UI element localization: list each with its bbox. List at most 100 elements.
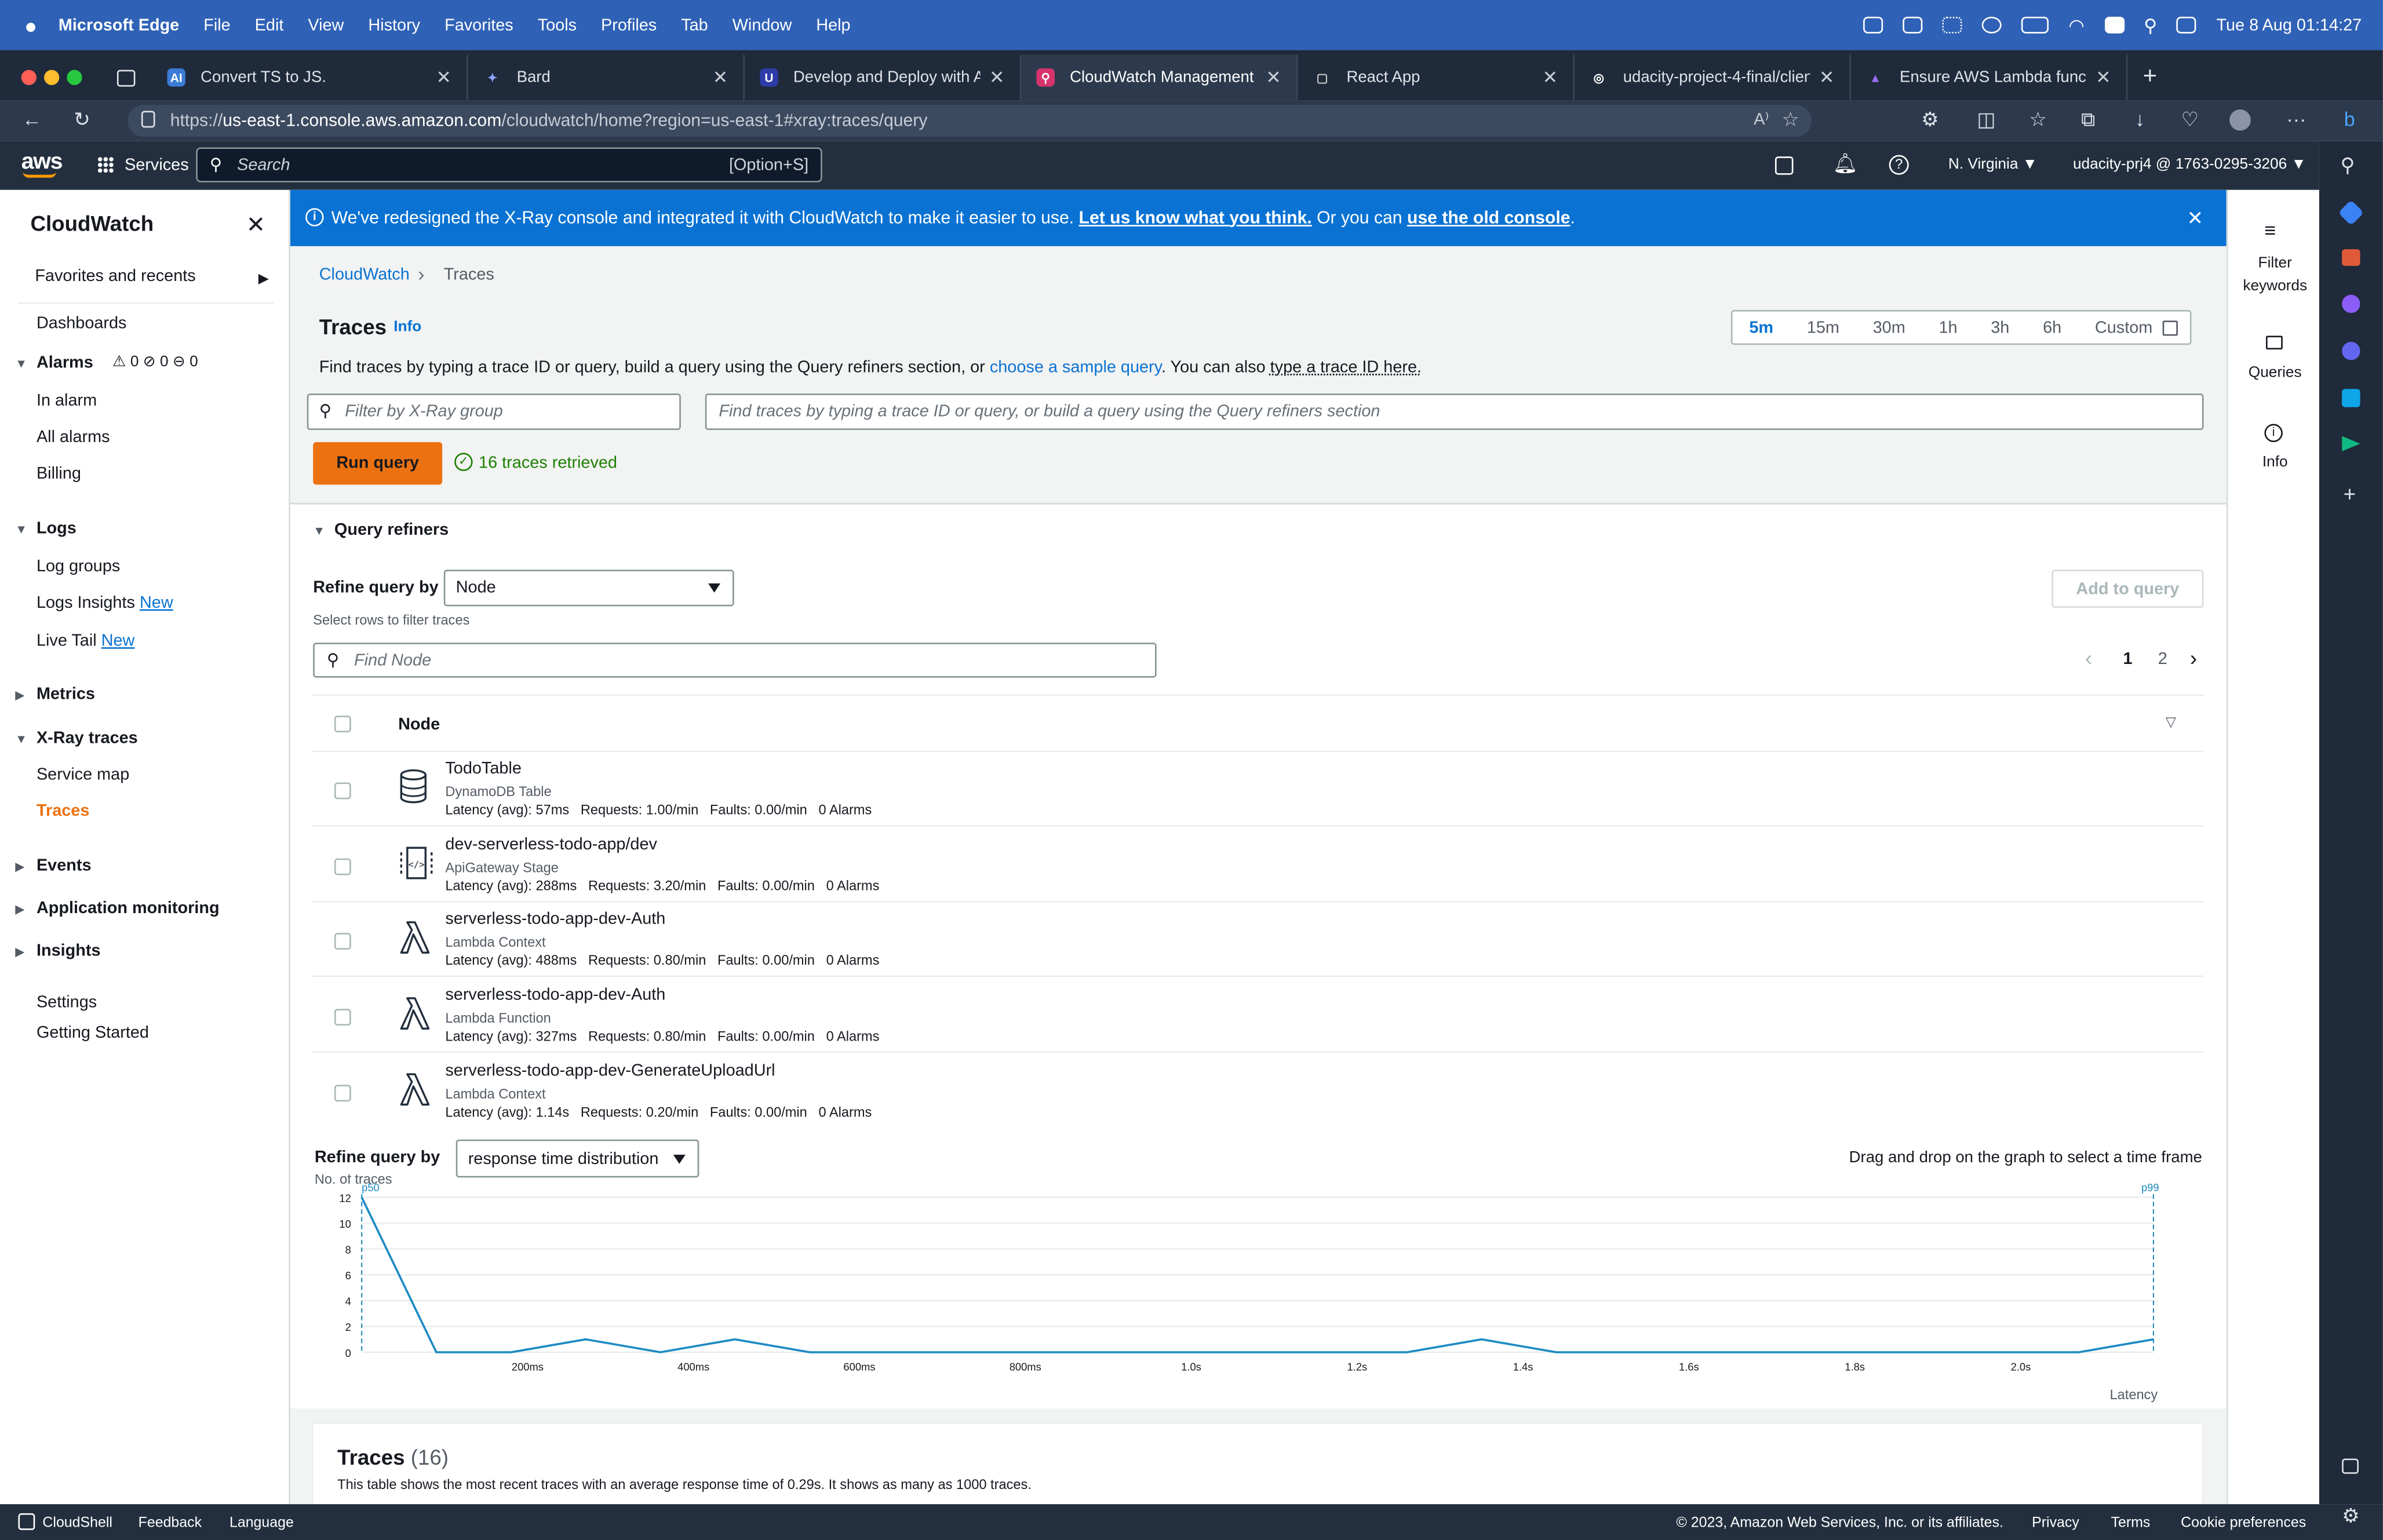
downloads-icon[interactable]: ↓ <box>2129 109 2151 131</box>
nav-logs[interactable]: Logs <box>37 520 76 538</box>
row-checkbox[interactable] <box>334 782 351 800</box>
terms-link[interactable]: Terms <box>2111 1515 2151 1532</box>
node-row[interactable]: </> dev-serverless-todo-app/dev ApiGateway… <box>311 827 2204 902</box>
menu-edit[interactable]: Edit <box>255 16 284 34</box>
tab-convert-ts[interactable]: AI Convert TS to JS. ✕ <box>152 54 468 101</box>
window-minimize-icon[interactable] <box>44 70 60 85</box>
dismiss-banner-icon[interactable]: ✕ <box>2187 207 2204 231</box>
close-icon[interactable]: ✕ <box>1819 67 1834 88</box>
settings-gear-icon[interactable]: ⚙ <box>2342 1504 2360 1528</box>
close-icon[interactable]: ✕ <box>713 67 728 88</box>
tab-actions-icon[interactable] <box>116 69 136 86</box>
range-30m[interactable]: 30m <box>1873 318 1905 336</box>
page-1[interactable]: 1 <box>2123 650 2132 668</box>
app-name[interactable]: Microsoft Edge <box>59 16 179 34</box>
caret-down-icon[interactable]: ▼ <box>313 524 325 538</box>
menu-history[interactable]: History <box>368 16 420 34</box>
menu-file[interactable]: File <box>203 16 231 34</box>
cloud-icon[interactable] <box>1863 16 1883 34</box>
tools-icon[interactable] <box>2342 249 2360 266</box>
tab-cloudwatch[interactable]: ⚲ CloudWatch Management Con ✕ <box>1021 54 1298 101</box>
new-tab-button[interactable]: + <box>2127 54 2158 100</box>
nav-alarms[interactable]: Alarms <box>37 354 93 372</box>
row-checkbox[interactable] <box>334 1009 351 1026</box>
nav-getting-started[interactable]: Getting Started <box>37 1024 149 1042</box>
menu-favorites[interactable]: Favorites <box>444 16 513 34</box>
range-custom[interactable]: Custom <box>2095 318 2152 336</box>
nav-billing[interactable]: Billing <box>37 465 81 483</box>
nav-service-map[interactable]: Service map <box>37 766 129 784</box>
notifications-icon[interactable]: 🔔︎ <box>1833 152 1858 176</box>
breadcrumb-cloudwatch[interactable]: CloudWatch <box>319 266 410 284</box>
collections-icon[interactable]: ⧉ <box>2078 109 2099 131</box>
node-row[interactable]: TodoTable DynamoDB Table Latency (avg): 57… <box>311 752 2204 827</box>
trace-id-link[interactable]: type a trace ID here. <box>1270 359 1422 377</box>
prev-page-icon[interactable]: ‹ <box>2085 646 2092 670</box>
dots-icon[interactable] <box>1942 16 1962 34</box>
close-nav-icon[interactable]: ✕ <box>246 211 265 239</box>
tab-github[interactable]: ◎ udacity-project-4-final/client/s ✕ <box>1575 54 1852 101</box>
profile-avatar[interactable] <box>2229 109 2251 131</box>
feedback-link[interactable]: Let us know what you think. <box>1079 209 1312 227</box>
tab-bard[interactable]: ✦ Bard ✕ <box>468 54 745 101</box>
feedback-link[interactable]: Feedback <box>139 1515 202 1532</box>
nav-metrics[interactable]: Metrics <box>37 685 95 703</box>
outlook-icon[interactable] <box>2342 389 2360 407</box>
tab-ensure-lambda[interactable]: ▲ Ensure AWS Lambda functions ✕ <box>1851 54 2128 101</box>
nav-in-alarm[interactable]: In alarm <box>37 392 97 410</box>
performance-icon[interactable]: ♡ <box>2180 109 2201 131</box>
close-icon[interactable]: ✕ <box>989 67 1004 88</box>
nav-dashboards[interactable]: Dashboards <box>37 315 127 333</box>
search-icon[interactable]: ⚲ <box>2340 154 2355 178</box>
response-time-chart[interactable]: No. of traces 0 2 4 6 8 10 12 200ms 400ms 600ms 800… <box>290 1174 2227 1402</box>
refine-by-select[interactable]: Node <box>443 570 734 607</box>
nav-application-monitoring[interactable]: Application monitoring <box>37 899 220 917</box>
menu-view[interactable]: View <box>308 16 344 34</box>
cloudshell-link[interactable]: CloudShell <box>42 1515 112 1532</box>
caret-right-icon[interactable]: ▶ <box>15 945 24 959</box>
games-icon[interactable] <box>2342 294 2360 313</box>
calendar-icon[interactable] <box>2163 320 2178 335</box>
info-link[interactable]: Info <box>393 319 421 336</box>
queries-tab[interactable]: Queries <box>2234 364 2316 381</box>
col-node[interactable]: Node <box>398 716 440 733</box>
range-3h[interactable]: 3h <box>1991 318 2009 336</box>
nav-all-alarms[interactable]: All alarms <box>37 429 110 447</box>
range-1h[interactable]: 1h <box>1939 318 1957 336</box>
node-row[interactable]: serverless-todo-app-dev-Auth Lambda Funct… <box>311 979 2204 1053</box>
close-icon[interactable]: ✕ <box>2096 67 2111 88</box>
caret-right-icon[interactable]: ▶ <box>15 903 24 917</box>
region-selector[interactable]: N. Virginia ▼ <box>1948 156 2038 173</box>
nav-traces[interactable]: Traces <box>37 802 89 820</box>
menu-tools[interactable]: Tools <box>538 16 577 34</box>
favorites-icon[interactable]: ☆ <box>2027 109 2049 131</box>
window-zoom-icon[interactable] <box>67 70 82 85</box>
play-icon[interactable] <box>1981 16 2002 34</box>
run-query-button[interactable]: Run query <box>313 442 443 485</box>
tab-react-app[interactable]: ▢ React App ✕ <box>1298 54 1575 101</box>
range-15m[interactable]: 15m <box>1807 318 1839 336</box>
help-icon[interactable]: ? <box>1889 155 1909 175</box>
info-tab[interactable]: Info <box>2234 454 2316 471</box>
clock[interactable]: Tue 8 Aug 01:14:27 <box>2216 16 2362 34</box>
select-all-checkbox[interactable] <box>334 716 351 732</box>
privacy-link[interactable]: Privacy <box>2032 1515 2079 1532</box>
more-icon[interactable]: ··· <box>2286 109 2307 131</box>
language-link[interactable]: Language <box>229 1515 294 1532</box>
node-row[interactable]: serverless-todo-app-dev-Auth Lambda Conte… <box>311 903 2204 978</box>
url-field[interactable]: https://us-east-1.console.aws.amazon.com… <box>127 104 1812 137</box>
info-icon[interactable]: i <box>2264 424 2283 443</box>
menu-tab[interactable]: Tab <box>681 16 708 34</box>
split-screen-icon[interactable]: ◫ <box>1976 109 1997 131</box>
menu-window[interactable]: Window <box>733 16 792 34</box>
caret-right-icon[interactable]: ▶ <box>15 688 24 702</box>
sample-query-link[interactable]: choose a sample query <box>990 359 1161 377</box>
control-center-icon[interactable] <box>2177 16 2197 34</box>
account-menu[interactable]: udacity-prj4 @ 1763-0295-3206 ▼ <box>2073 156 2306 173</box>
cookie-preferences-link[interactable]: Cookie preferences <box>2181 1515 2306 1532</box>
close-icon[interactable]: ✕ <box>1266 67 1281 88</box>
row-checkbox[interactable] <box>334 857 351 875</box>
wifi-icon[interactable]: ◠ <box>2068 14 2084 36</box>
caret-right-icon[interactable]: ▶ <box>258 271 269 287</box>
page-2[interactable]: 2 <box>2158 650 2167 668</box>
